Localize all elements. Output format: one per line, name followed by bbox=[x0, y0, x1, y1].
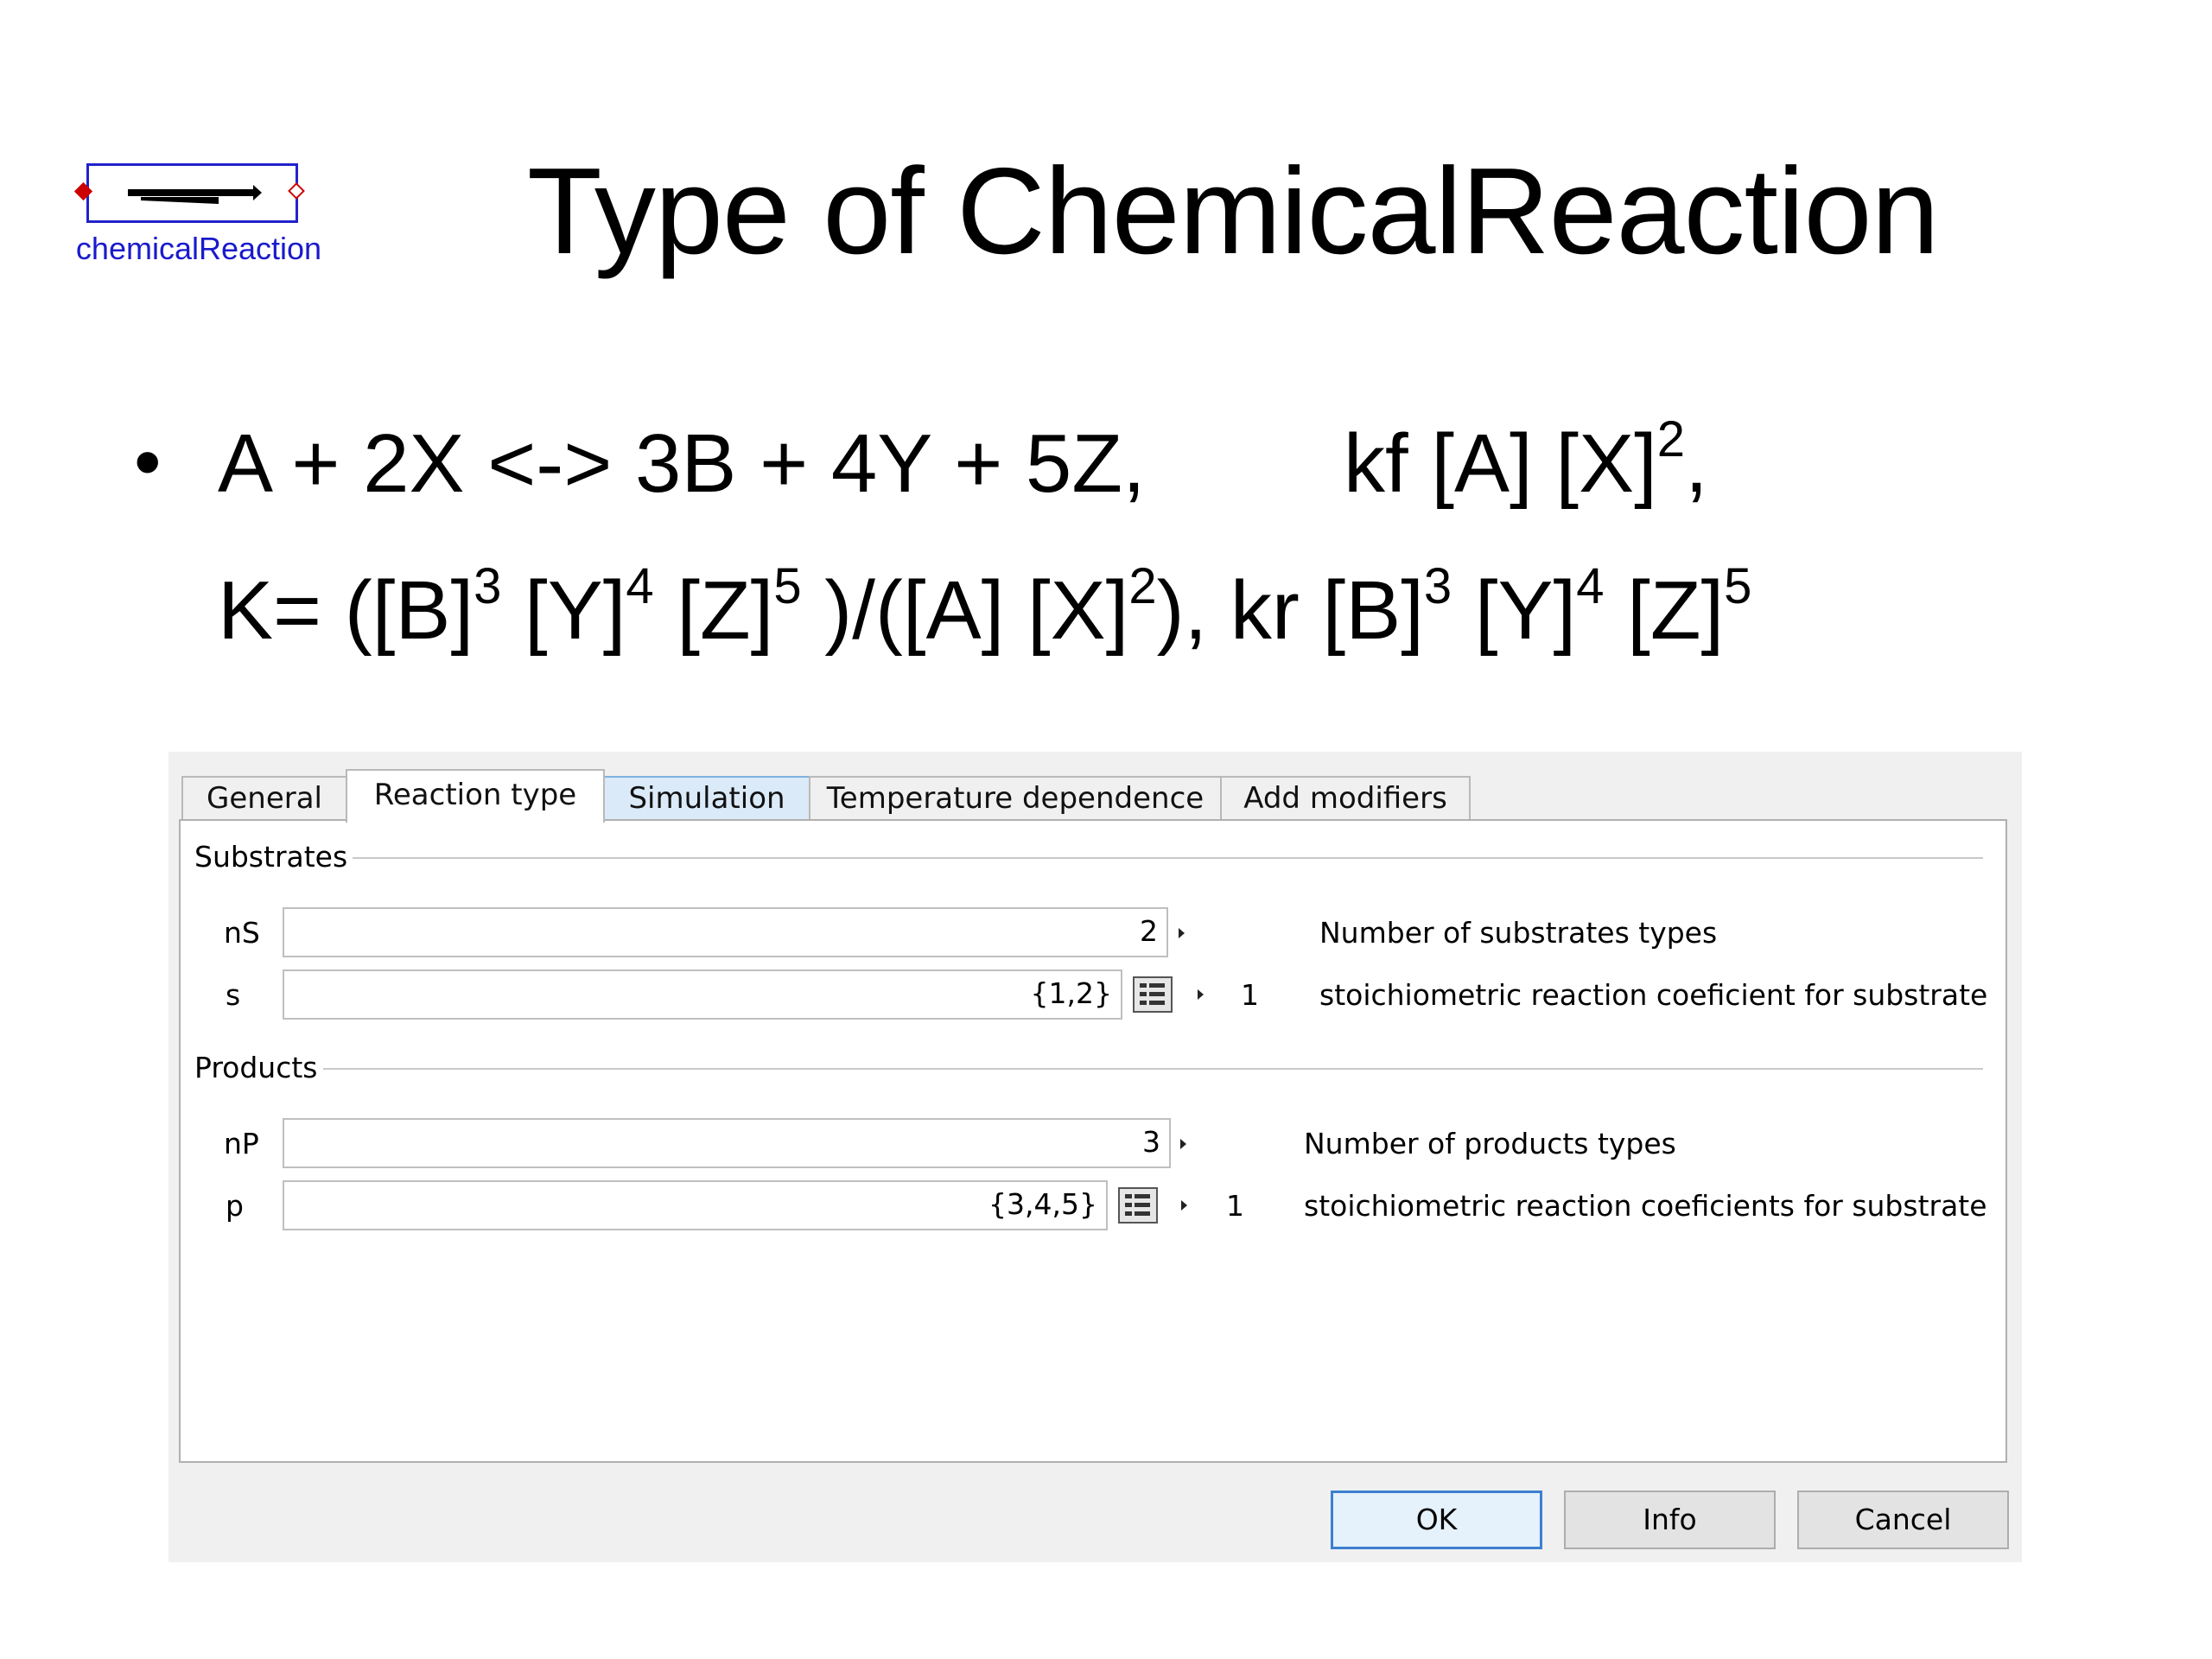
param-name-nP: nP bbox=[224, 1127, 259, 1160]
slide-title: Type of ChemicalReaction bbox=[527, 143, 1939, 280]
s-description: stoichiometric reaction coeficient for s… bbox=[1319, 978, 1988, 1012]
eq-text: [Z] bbox=[653, 564, 774, 657]
exponent: 2 bbox=[1656, 411, 1686, 467]
reaction-type-panel: Substrates nS 2 Number of substrates typ… bbox=[179, 819, 2007, 1463]
nP-description: Number of products types bbox=[1304, 1127, 1676, 1160]
ok-button[interactable]: OK bbox=[1331, 1491, 1542, 1549]
component-label: chemicalReaction bbox=[75, 231, 322, 266]
cancel-button[interactable]: Cancel bbox=[1797, 1491, 2009, 1549]
matrix-editor-icon[interactable] bbox=[1133, 976, 1173, 1013]
exponent: 5 bbox=[773, 558, 802, 614]
p-input[interactable]: {3,4,5} bbox=[283, 1180, 1108, 1230]
eq-text: )/([A] [X] bbox=[801, 564, 1129, 657]
tab-general[interactable]: General bbox=[181, 776, 347, 821]
nS-input[interactable]: 2 bbox=[283, 907, 1168, 957]
substrates-group-title: Substrates bbox=[194, 840, 353, 874]
tab-reaction-type[interactable]: Reaction type bbox=[346, 769, 605, 823]
s-unit: 1 bbox=[1241, 978, 1259, 1012]
info-button[interactable]: Info bbox=[1564, 1491, 1776, 1549]
matrix-editor-icon[interactable] bbox=[1118, 1187, 1158, 1224]
dropdown-arrow-icon[interactable] bbox=[1180, 1139, 1186, 1149]
parameter-dialog: General Reaction type Simulation Tempera… bbox=[168, 752, 2022, 1562]
eq-text: K= ([B] bbox=[218, 564, 474, 657]
bullet-marker: • bbox=[134, 419, 162, 505]
p-description: stoichiometric reaction coeficients for … bbox=[1304, 1189, 1987, 1223]
s-input[interactable]: {1,2} bbox=[283, 969, 1122, 1020]
tab-temperature-dependence[interactable]: Temperature dependence bbox=[809, 776, 1222, 821]
dropdown-arrow-icon[interactable] bbox=[1198, 989, 1204, 1000]
dropdown-arrow-icon[interactable] bbox=[1181, 1200, 1187, 1211]
eq-text: [Y] bbox=[501, 564, 626, 657]
rate-text: , bbox=[1685, 417, 1708, 510]
exponent: 4 bbox=[1576, 558, 1605, 614]
dropdown-arrow-icon[interactable] bbox=[1179, 928, 1185, 938]
eq-text: ), kr [B] bbox=[1156, 564, 1424, 657]
param-name-s: s bbox=[226, 978, 241, 1012]
forward-rate-expression: kf [A] [X]2, bbox=[1344, 415, 1708, 512]
exponent: 2 bbox=[1128, 558, 1157, 614]
p-unit: 1 bbox=[1226, 1189, 1244, 1223]
group-divider bbox=[194, 857, 1983, 859]
nP-input[interactable]: 3 bbox=[283, 1118, 1171, 1168]
exponent: 4 bbox=[626, 558, 654, 614]
param-name-p: p bbox=[226, 1189, 244, 1223]
chemical-reaction-component: chemicalReaction bbox=[73, 158, 324, 270]
exponent: 5 bbox=[1724, 558, 1752, 614]
eq-text: [Z] bbox=[1604, 564, 1725, 657]
products-group-title: Products bbox=[194, 1051, 323, 1084]
exponent: 3 bbox=[1423, 558, 1452, 614]
reaction-equation: A + 2X <-> 3B + 4Y + 5Z, bbox=[218, 417, 1146, 510]
param-name-nS: nS bbox=[224, 916, 260, 950]
tab-simulation[interactable]: Simulation bbox=[603, 776, 810, 821]
rate-text: kf [A] [X] bbox=[1344, 417, 1657, 510]
equilibrium-expression: K= ([B]3 [Y]4 [Z]5 )/([A] [X]2), kr [B]3… bbox=[218, 562, 1751, 658]
tab-add-modifiers[interactable]: Add modifiers bbox=[1220, 776, 1471, 821]
exponent: 3 bbox=[474, 558, 502, 614]
group-divider bbox=[194, 1068, 1983, 1070]
eq-text: [Y] bbox=[1452, 564, 1577, 657]
nS-description: Number of substrates types bbox=[1319, 916, 1718, 950]
reaction-arrow-icon bbox=[86, 163, 298, 223]
